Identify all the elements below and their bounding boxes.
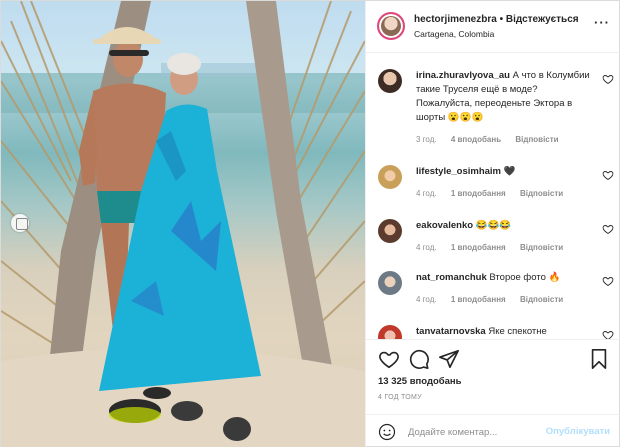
author-username[interactable]: hectorjimenezbra bbox=[414, 14, 497, 25]
beach-scene-illustration bbox=[1, 1, 365, 447]
commenter-avatar[interactable] bbox=[378, 325, 402, 339]
comment-time[interactable]: 4 год. bbox=[416, 295, 437, 304]
publish-button[interactable]: Опублікувати bbox=[546, 426, 610, 437]
commenter-avatar[interactable] bbox=[378, 165, 402, 189]
bookmark-icon[interactable] bbox=[588, 348, 610, 370]
more-horizontal-icon[interactable]: ··· bbox=[594, 15, 610, 30]
post-photo[interactable] bbox=[1, 1, 365, 447]
comment-text: Второе фото 🔥 bbox=[489, 272, 561, 283]
post-location[interactable]: Cartagena, Colombia bbox=[414, 29, 494, 39]
comment-text: Яке спекотне bbox=[488, 326, 547, 337]
reply-button[interactable]: Відповісти bbox=[520, 189, 563, 198]
post-time[interactable]: 4 ГОД ТОМУ bbox=[378, 394, 422, 401]
post-side-panel: hectorjimenezbra • Відстежується Cartage… bbox=[365, 1, 620, 447]
follow-status[interactable]: • Відстежується bbox=[500, 14, 579, 25]
comment-time[interactable]: 4 год. bbox=[416, 243, 437, 252]
heart-icon[interactable] bbox=[602, 329, 614, 339]
commenter-avatar[interactable] bbox=[378, 69, 402, 93]
comment-likes[interactable]: 1 вподобання bbox=[451, 243, 506, 252]
reply-button[interactable]: Відповісти bbox=[520, 295, 563, 304]
heart-icon[interactable] bbox=[602, 223, 614, 235]
instagram-post: hectorjimenezbra • Відстежується Cartage… bbox=[0, 0, 620, 447]
commenter-username[interactable]: nat_romanchuk bbox=[416, 272, 487, 283]
commenter-avatar[interactable] bbox=[378, 271, 402, 295]
post-header: hectorjimenezbra • Відстежується Cartage… bbox=[366, 1, 620, 53]
commenter-avatar[interactable] bbox=[378, 219, 402, 243]
author-avatar[interactable] bbox=[377, 12, 405, 40]
commenter-username[interactable]: eakovalenko bbox=[416, 220, 473, 231]
heart-icon[interactable] bbox=[602, 169, 614, 181]
comment-likes[interactable]: 4 вподобань bbox=[451, 135, 501, 144]
commenter-username[interactable]: tanvatarnovska bbox=[416, 326, 486, 337]
comment-input[interactable] bbox=[408, 424, 548, 440]
comment-time[interactable]: 3 год. bbox=[416, 135, 437, 144]
commenter-username[interactable]: lifestyle_osimhaim bbox=[416, 166, 501, 177]
likes-count[interactable]: 13 325 вподобань bbox=[378, 376, 462, 387]
post-actions: 13 325 вподобань 4 ГОД ТОМУ bbox=[366, 339, 620, 409]
multiple-photos-icon[interactable] bbox=[11, 214, 29, 232]
reply-button[interactable]: Відповісти bbox=[520, 243, 563, 252]
comment-time[interactable]: 4 год. bbox=[416, 189, 437, 198]
comment-text: 😂😂😂 bbox=[475, 220, 512, 231]
comments-list[interactable]: irina.zhuravlyova_au А что в Колумбии та… bbox=[366, 53, 620, 339]
add-comment-bar: Опублікувати bbox=[366, 414, 620, 447]
comment-likes[interactable]: 1 вподобання bbox=[451, 295, 506, 304]
heart-icon[interactable] bbox=[378, 348, 400, 370]
comment-text: 🖤 bbox=[503, 166, 516, 177]
commenter-username[interactable]: irina.zhuravlyova_au bbox=[416, 70, 510, 81]
comment-icon[interactable] bbox=[408, 348, 430, 370]
heart-icon[interactable] bbox=[602, 275, 614, 287]
comment-likes[interactable]: 1 вподобання bbox=[451, 189, 506, 198]
send-icon[interactable] bbox=[438, 348, 460, 370]
smiley-icon[interactable] bbox=[378, 423, 396, 441]
reply-button[interactable]: Відповісти bbox=[515, 135, 558, 144]
heart-icon[interactable] bbox=[602, 73, 614, 85]
